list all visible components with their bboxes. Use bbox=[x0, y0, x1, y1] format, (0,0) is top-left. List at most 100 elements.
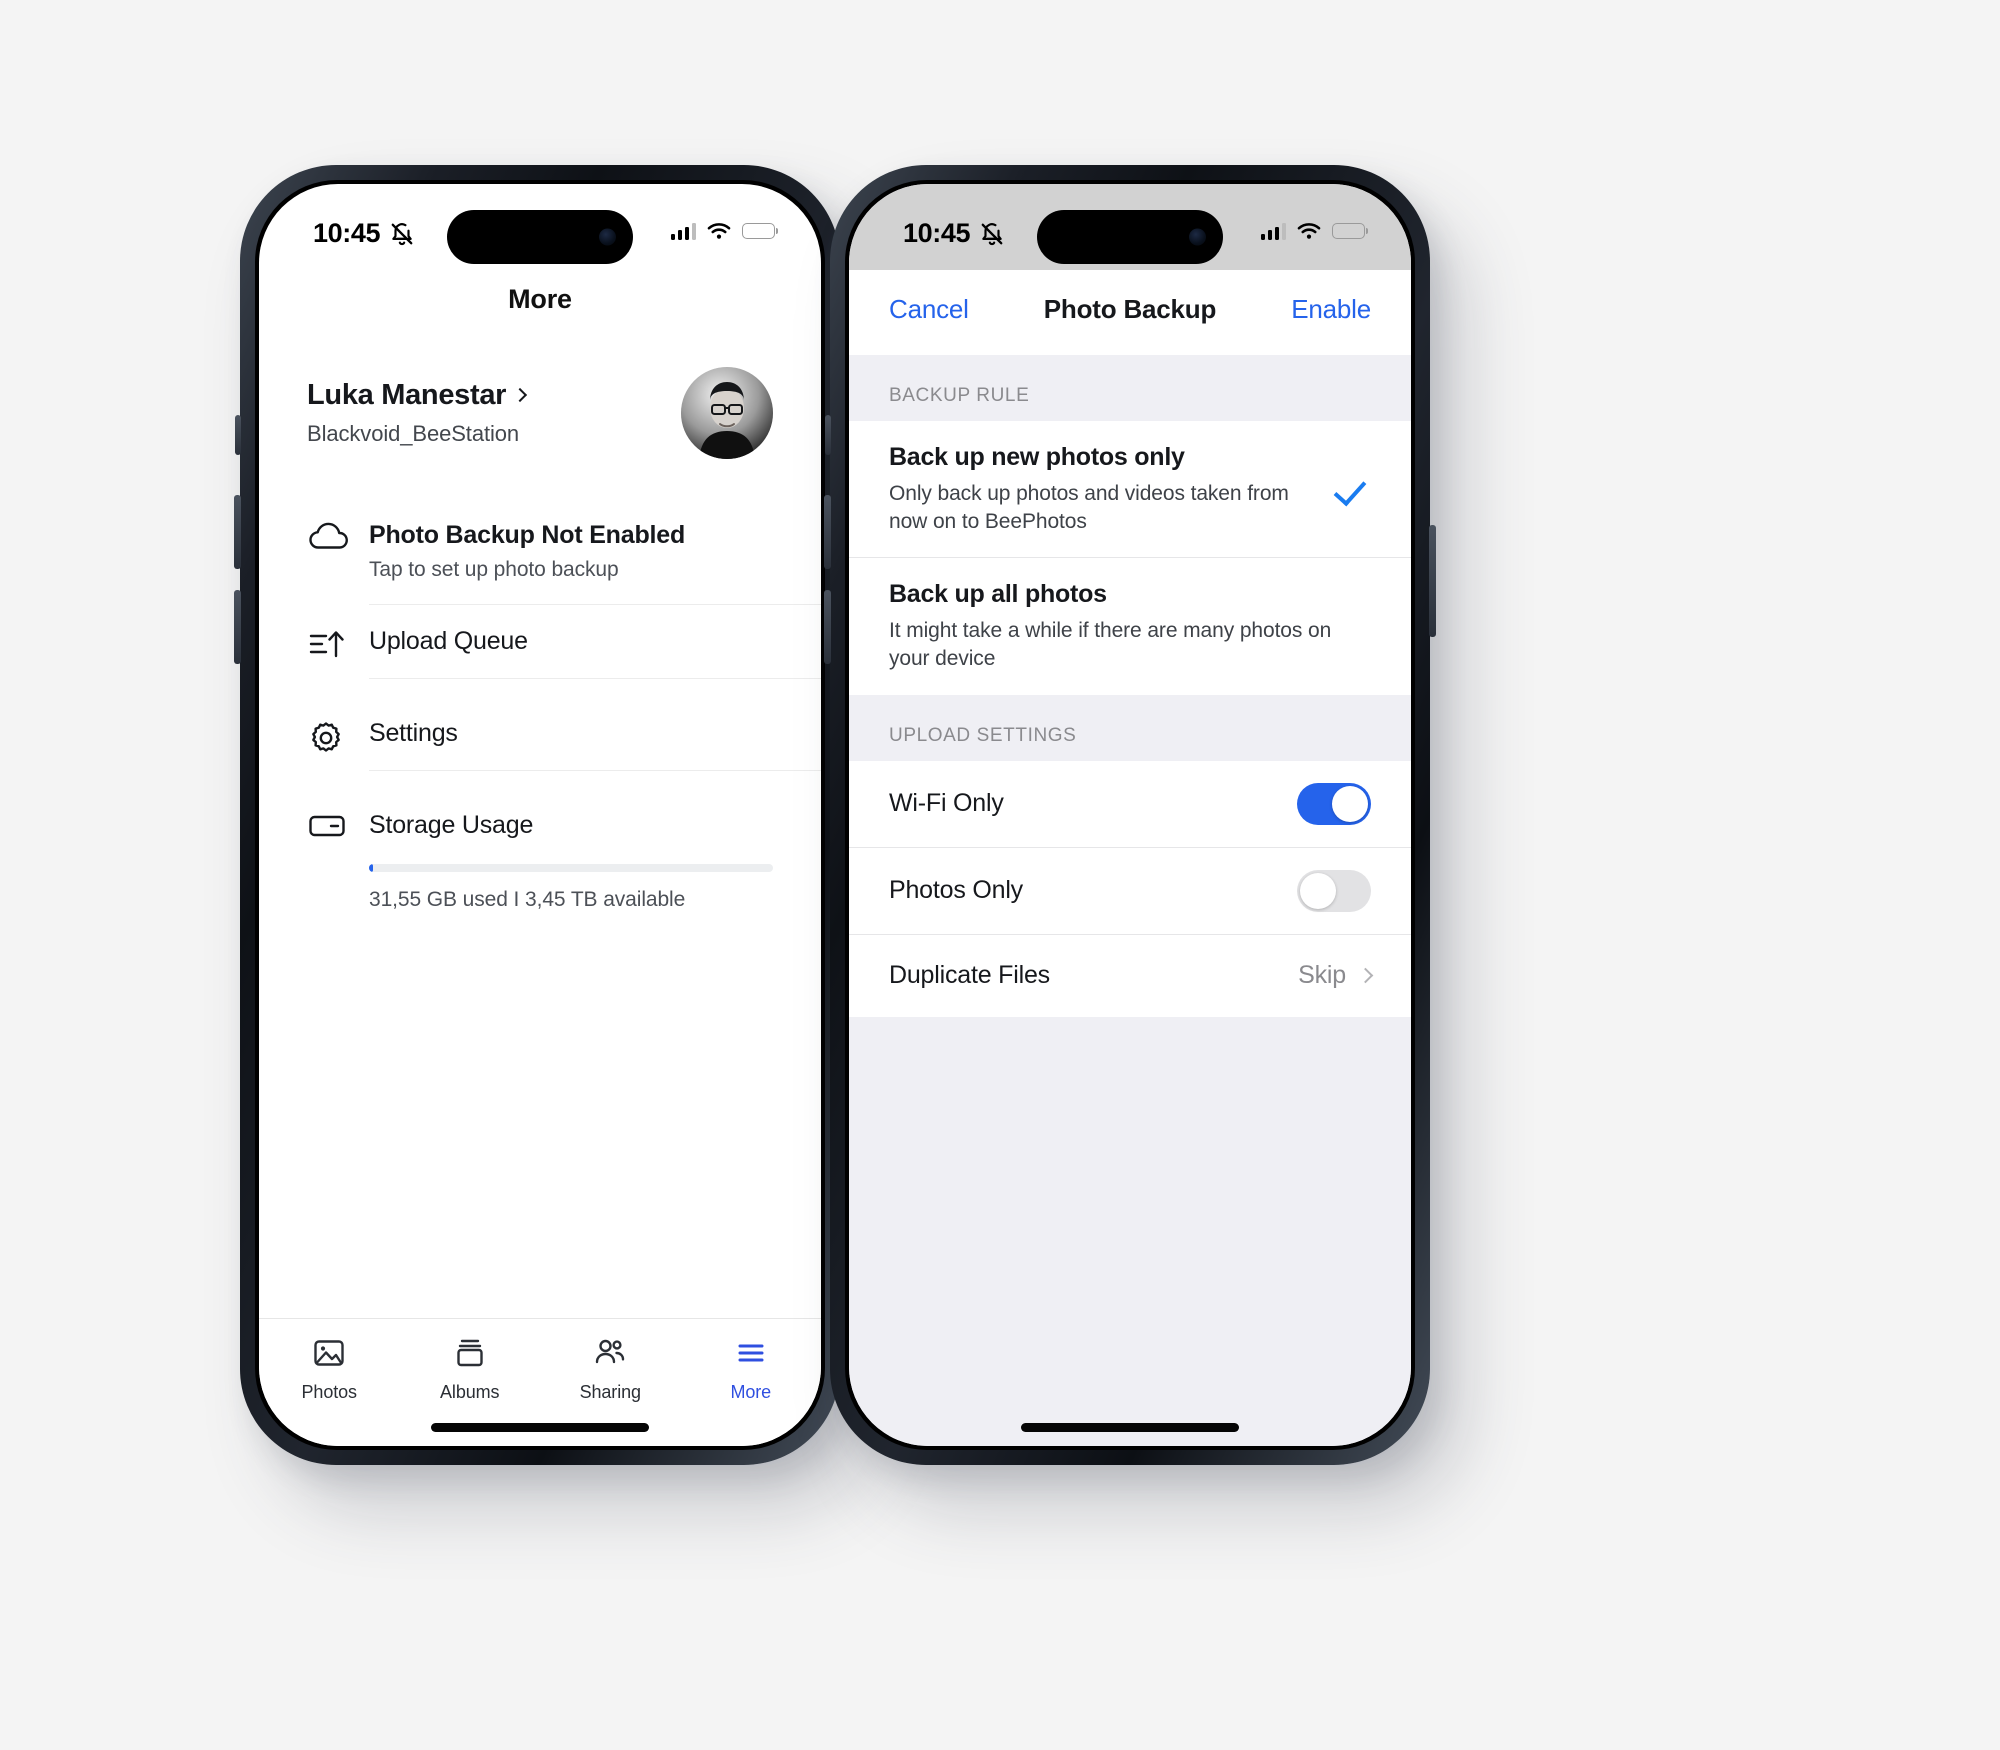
avatar[interactable] bbox=[681, 367, 773, 459]
bottom-tab-bar: Photos Albums Sharing More bbox=[259, 1318, 821, 1446]
status-bar-left: 10:45 bbox=[259, 184, 821, 270]
setting-row-wifi-only[interactable]: Wi-Fi Only bbox=[849, 761, 1411, 848]
storage-usage-label: 31,55 GB used I 3,45 TB available bbox=[369, 888, 686, 911]
cloud-icon bbox=[307, 499, 369, 555]
phone-bezel-right: 10:45 Cancel Photo Backup Enable BACKUP … bbox=[845, 180, 1415, 1450]
screenshot-stage: 10:45 More Luka Manestar Blackvoid_BeeSt… bbox=[0, 0, 2000, 1750]
status-bar-left-group: 10:45 bbox=[313, 220, 415, 247]
status-bar-right: 10:45 bbox=[849, 184, 1411, 270]
avatar-image bbox=[681, 367, 773, 459]
photos-icon bbox=[314, 1340, 344, 1366]
menu-item-subtitle: Tap to set up photo backup bbox=[369, 558, 619, 581]
menu-item-title: Photo Backup Not Enabled bbox=[369, 521, 686, 549]
home-indicator[interactable] bbox=[1021, 1423, 1239, 1432]
menu-item-photo-backup[interactable]: Photo Backup Not Enabled Tap to set up p… bbox=[259, 499, 821, 605]
setting-label: Wi-Fi Only bbox=[889, 789, 1004, 818]
checkmark-icon bbox=[1333, 472, 1367, 507]
dynamic-island bbox=[1037, 210, 1223, 264]
option-back-up-new-photos-only[interactable]: Back up new photos only Only back up pho… bbox=[849, 421, 1411, 559]
menu-item-title: Settings bbox=[369, 719, 458, 747]
upload-queue-icon bbox=[307, 605, 369, 661]
status-time: 10:45 bbox=[313, 218, 381, 248]
battery-icon bbox=[1332, 223, 1365, 239]
modal-nav-bar: Cancel Photo Backup Enable bbox=[849, 270, 1411, 355]
option-subtitle: Only back up photos and videos taken fro… bbox=[889, 482, 1289, 533]
cellular-signal-icon bbox=[1260, 222, 1286, 240]
toggle-knob bbox=[1300, 872, 1336, 909]
menu-item-settings[interactable]: Settings bbox=[259, 697, 821, 789]
setting-row-photos-only[interactable]: Photos Only bbox=[849, 848, 1411, 935]
volume-down-button[interactable] bbox=[824, 590, 831, 664]
profile-name: Luka Manestar bbox=[307, 379, 507, 411]
tab-label: Sharing bbox=[579, 1382, 641, 1402]
menu-item-title: Storage Usage bbox=[369, 811, 534, 839]
menu-item-photo-backup-body: Photo Backup Not Enabled Tap to set up p… bbox=[369, 499, 821, 605]
setting-label: Duplicate Files bbox=[889, 961, 1050, 990]
profile-text: Luka Manestar Blackvoid_BeeStation bbox=[307, 379, 528, 447]
photos-only-toggle[interactable] bbox=[1297, 869, 1371, 912]
cancel-button[interactable]: Cancel bbox=[889, 294, 969, 325]
status-time: 10:45 bbox=[903, 218, 971, 248]
hard-drive-icon bbox=[307, 789, 369, 841]
dynamic-island bbox=[447, 210, 633, 264]
gear-icon bbox=[307, 697, 369, 757]
enable-button[interactable]: Enable bbox=[1291, 294, 1371, 325]
section-header-upload-settings: UPLOAD SETTINGS bbox=[849, 694, 1411, 761]
tab-sharing[interactable]: Sharing bbox=[540, 1335, 681, 1403]
more-menu-list: Photo Backup Not Enabled Tap to set up p… bbox=[259, 499, 821, 942]
power-button[interactable] bbox=[1429, 525, 1436, 637]
tab-albums[interactable]: Albums bbox=[400, 1335, 541, 1403]
option-title: Back up new photos only bbox=[889, 443, 1185, 471]
option-text: Back up new photos only Only back up pho… bbox=[889, 443, 1335, 535]
volume-up-button[interactable] bbox=[234, 495, 241, 569]
option-back-up-all-photos[interactable]: Back up all photos It might take a while… bbox=[849, 558, 1411, 694]
mute-switch-button[interactable] bbox=[235, 415, 241, 455]
upload-settings-list: Wi-Fi Only Photos Only Duplicate Files S… bbox=[849, 760, 1411, 1017]
setting-label: Photos Only bbox=[889, 876, 1023, 905]
storage-progress-bar bbox=[369, 864, 773, 872]
menu-item-title: Upload Queue bbox=[369, 627, 528, 655]
setting-row-duplicate-files[interactable]: Duplicate Files Skip bbox=[849, 935, 1411, 1017]
setting-value-group: Skip bbox=[1298, 961, 1374, 990]
chevron-right-icon bbox=[1357, 968, 1374, 984]
status-bar-right-group bbox=[670, 220, 775, 240]
volume-down-button[interactable] bbox=[234, 590, 241, 664]
chevron-right-icon bbox=[513, 387, 528, 403]
bell-slash-icon bbox=[981, 222, 1003, 245]
backup-rule-list: Back up new photos only Only back up pho… bbox=[849, 421, 1411, 695]
tab-more[interactable]: More bbox=[681, 1335, 822, 1403]
phone-bezel-left: 10:45 More Luka Manestar Blackvoid_BeeSt… bbox=[255, 180, 825, 1450]
cellular-signal-icon bbox=[670, 222, 696, 240]
front-camera-icon bbox=[1189, 228, 1206, 246]
storage-progress-fill bbox=[369, 864, 374, 872]
option-text: Back up all photos It might take a while… bbox=[889, 580, 1371, 672]
tab-photos[interactable]: Photos bbox=[259, 1335, 400, 1403]
storage-usage-body: Storage Usage 31,55 GB used I 3,45 TB av… bbox=[369, 789, 821, 942]
mute-switch-button[interactable] bbox=[825, 415, 831, 455]
hamburger-menu-icon bbox=[738, 1344, 764, 1362]
status-bar-right-group bbox=[1260, 220, 1365, 240]
page-title: More bbox=[508, 284, 572, 314]
toggle-knob bbox=[1332, 785, 1368, 822]
menu-item-upload-queue[interactable]: Upload Queue bbox=[259, 605, 821, 697]
phone-device-right: 10:45 Cancel Photo Backup Enable BACKUP … bbox=[824, 165, 1436, 1465]
profile-row[interactable]: Luka Manestar Blackvoid_BeeStation bbox=[259, 325, 821, 499]
modal-title: Photo Backup bbox=[1043, 294, 1217, 324]
screen-photo-backup-sheet: 10:45 Cancel Photo Backup Enable BACKUP … bbox=[849, 184, 1411, 1446]
menu-item-upload-queue-body: Upload Queue bbox=[369, 605, 821, 679]
sheet-empty-area bbox=[849, 1016, 1411, 1446]
status-bar-left-group: 10:45 bbox=[903, 220, 1005, 247]
section-header-backup-rule: BACKUP RULE bbox=[849, 355, 1411, 421]
profile-name-line: Luka Manestar bbox=[307, 379, 528, 412]
home-indicator[interactable] bbox=[431, 1423, 649, 1432]
sharing-icon bbox=[596, 1339, 625, 1364]
sheet-column: 10:45 Cancel Photo Backup Enable BACKUP … bbox=[849, 184, 1411, 1446]
wifi-only-toggle[interactable] bbox=[1297, 782, 1371, 825]
screen-more-tab: 10:45 More Luka Manestar Blackvoid_BeeSt… bbox=[259, 184, 821, 1446]
front-camera-icon bbox=[599, 228, 616, 246]
battery-icon bbox=[742, 223, 775, 239]
phone-device-left: 10:45 More Luka Manestar Blackvoid_BeeSt… bbox=[234, 165, 846, 1465]
menu-item-storage-usage[interactable]: Storage Usage 31,55 GB used I 3,45 TB av… bbox=[259, 789, 821, 942]
tab-label: More bbox=[730, 1382, 772, 1402]
volume-up-button[interactable] bbox=[824, 495, 831, 569]
